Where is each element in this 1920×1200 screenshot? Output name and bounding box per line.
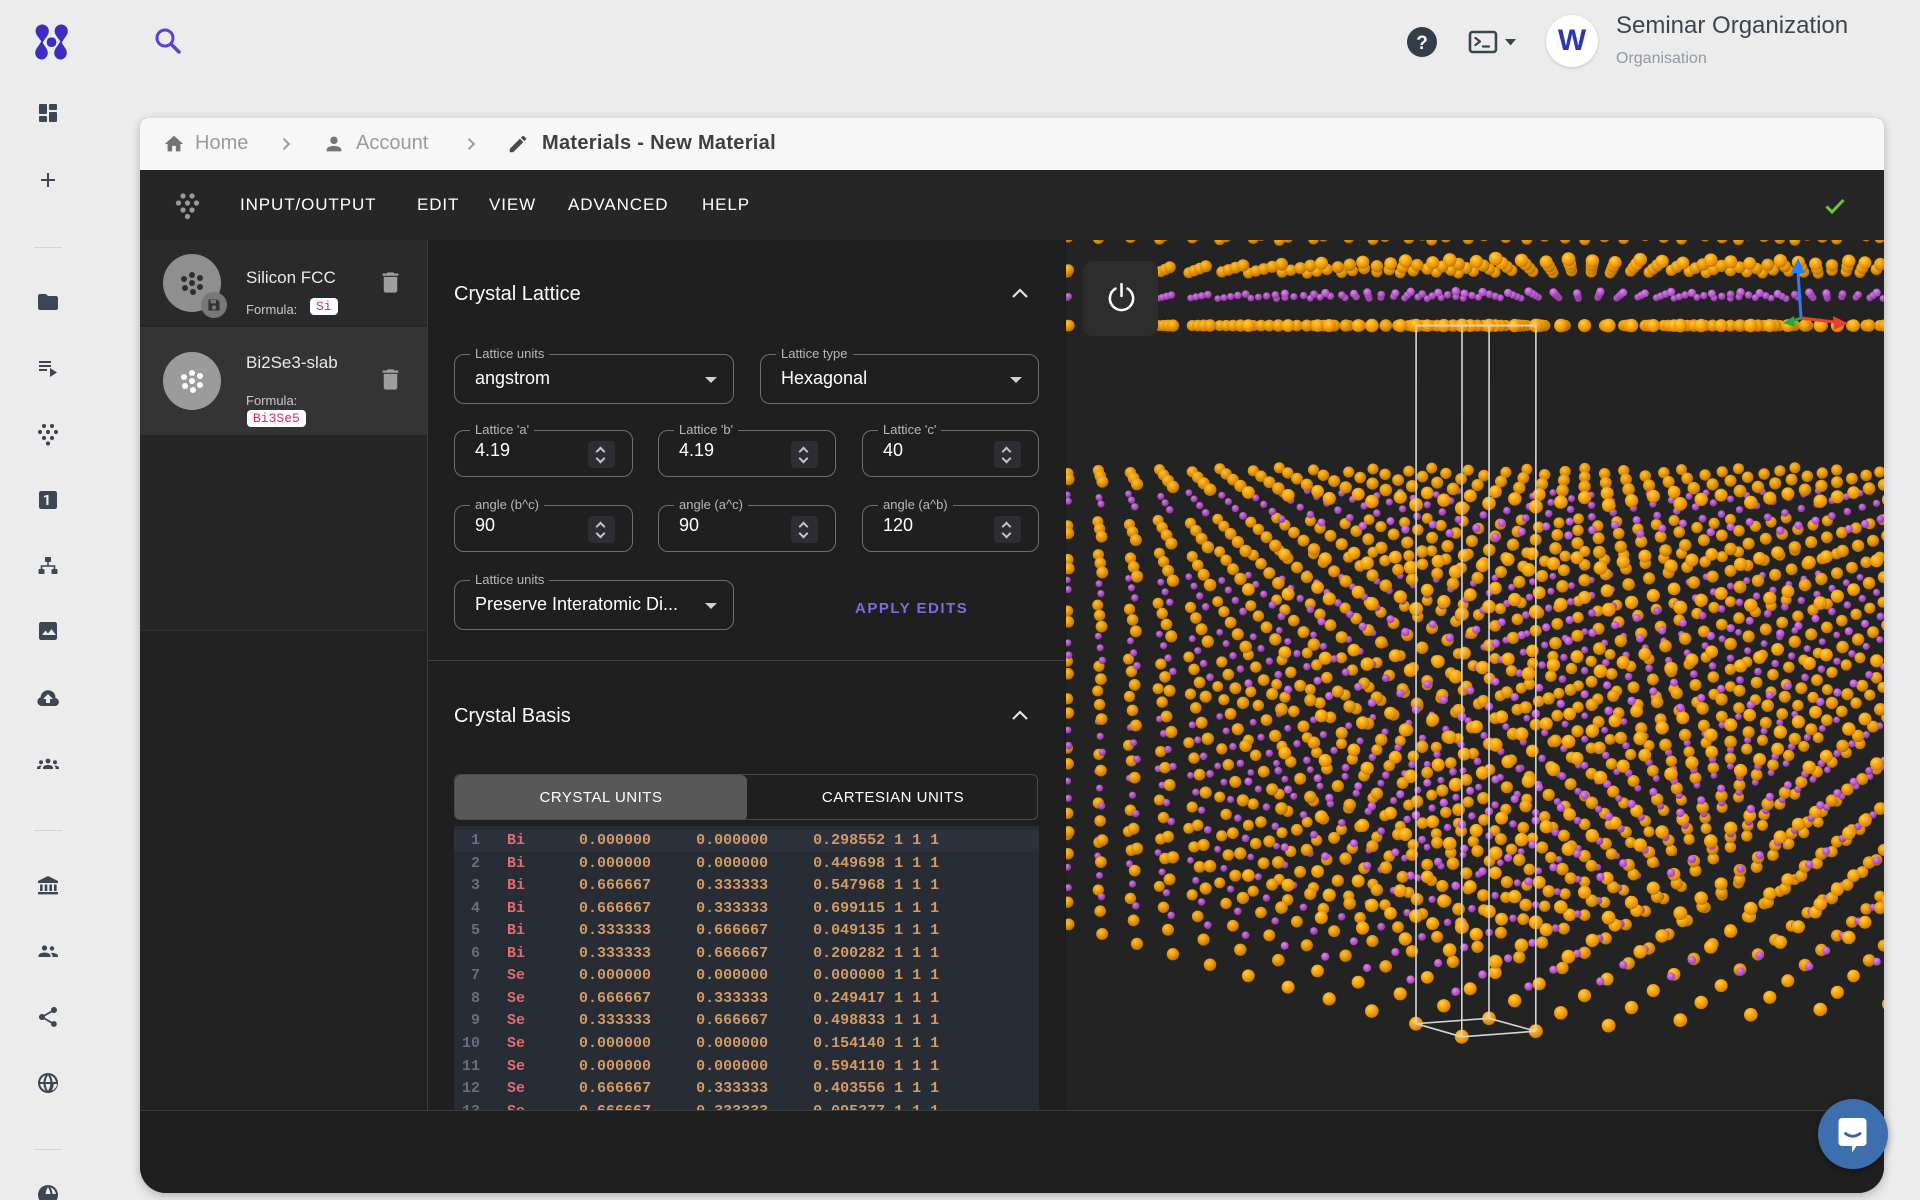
- svg-text:?: ?: [1416, 33, 1428, 54]
